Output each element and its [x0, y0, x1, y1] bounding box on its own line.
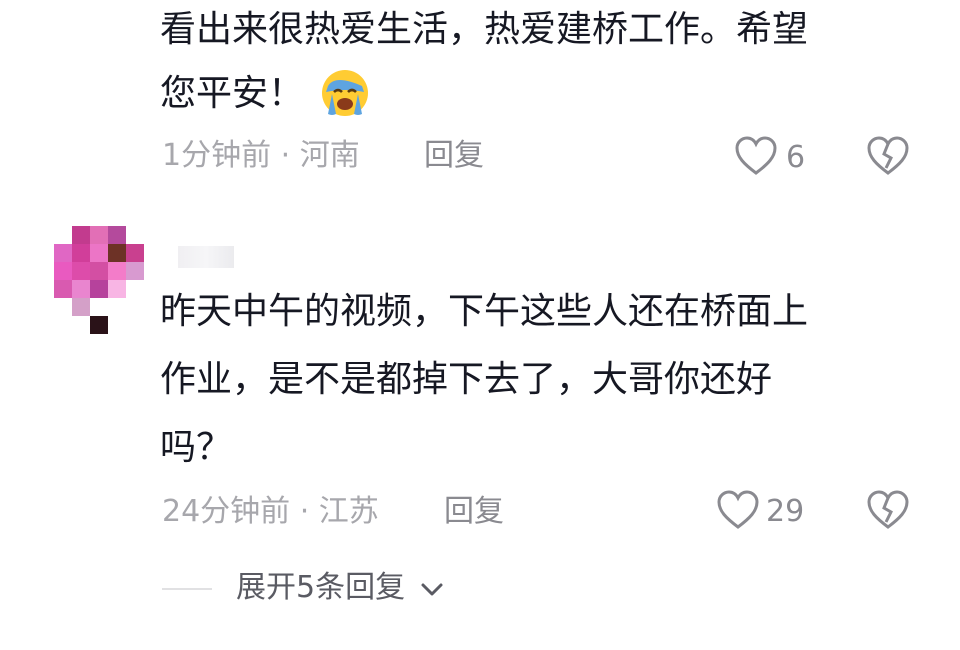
broken-heart-icon[interactable]: [866, 490, 910, 530]
expand-replies-button[interactable]: 展开5条回复: [236, 568, 445, 608]
like-count: 6: [786, 140, 806, 175]
reply-button[interactable]: 回复: [424, 136, 484, 176]
crying-emoji-icon: [322, 70, 368, 116]
comment-text-line: 昨天中午的视频，下午这些人还在桥面上: [160, 291, 809, 332]
comment-meta: 24分钟前 · 江苏: [162, 494, 379, 529]
divider-line: [162, 588, 212, 590]
expand-replies-label: 展开5条回复: [236, 570, 406, 605]
username[interactable]: [178, 246, 234, 268]
avatar[interactable]: [54, 226, 144, 334]
comment-meta: 1分钟前 · 河南: [162, 138, 360, 173]
comment-text-line: 作业，是不是都掉下去了，大哥你还好: [160, 359, 773, 400]
chevron-down-icon: [421, 583, 443, 595]
reply-button[interactable]: 回复: [444, 492, 504, 532]
heart-icon[interactable]: [716, 490, 760, 530]
like-count: 29: [766, 494, 805, 529]
broken-heart-icon[interactable]: [866, 136, 910, 176]
heart-icon[interactable]: [734, 136, 778, 176]
comment-text-line: 吗？: [160, 427, 233, 468]
comment-text-line: 看出来很热爱生活，热爱建桥工作。希望: [160, 9, 809, 50]
comment-text-line: 您平安！: [160, 73, 305, 114]
